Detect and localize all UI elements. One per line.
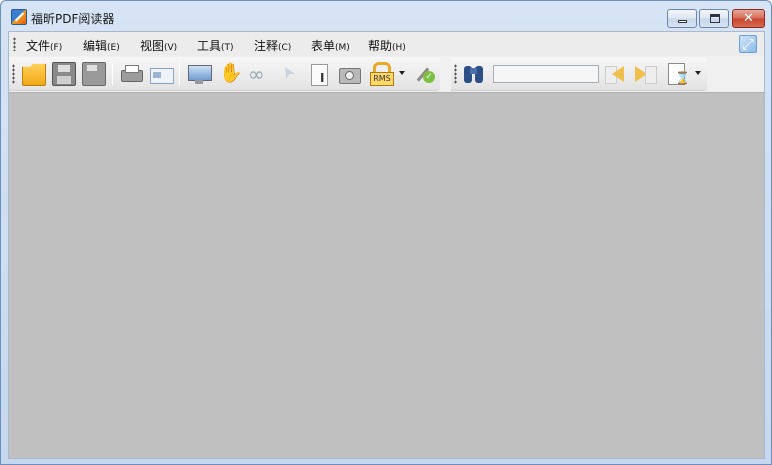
open-folder-icon[interactable]	[22, 63, 46, 86]
print-icon[interactable]	[119, 62, 143, 86]
toolbar-separator	[112, 63, 113, 85]
close-button[interactable]: ✕	[732, 9, 765, 28]
window-title: 福昕PDF阅读器	[31, 12, 115, 26]
text-select-icon[interactable]	[307, 62, 331, 86]
menu-tools-accel: (T)	[221, 43, 234, 53]
sign-check-icon[interactable]	[411, 62, 435, 86]
menu-comment-label: 注释	[254, 39, 279, 53]
menu-view-accel: (V)	[164, 43, 178, 53]
menu-edit-label: 编辑	[83, 39, 108, 53]
email-card-icon[interactable]	[149, 62, 174, 86]
menu-form-accel: (M)	[335, 43, 350, 53]
menu-comment[interactable]: 注释(C)	[254, 37, 291, 54]
menu-file-label: 文件	[26, 39, 51, 53]
menu-edit[interactable]: 编辑(E)	[83, 37, 120, 54]
find-toolbar	[451, 57, 707, 91]
menu-view-label: 视图	[140, 39, 165, 53]
app-window: 福昕PDF阅读器 ✕ 文件(F) 编辑(E) 视图(V) 工具(T) 注释(C)…	[0, 0, 772, 465]
maximize-icon	[710, 14, 720, 23]
menu-file-accel: (F)	[50, 43, 63, 53]
findbar-grip-handle[interactable]	[454, 64, 457, 84]
menu-help-label: 帮助	[368, 39, 393, 53]
find-next-icon[interactable]	[633, 62, 657, 86]
minimize-icon	[678, 20, 687, 23]
select-pointer-icon[interactable]	[277, 62, 301, 86]
menu-bar: 文件(F) 编辑(E) 视图(V) 工具(T) 注释(C) 表单(M) 帮助(H…	[9, 32, 764, 56]
close-icon: ✕	[743, 11, 754, 26]
menu-file[interactable]: 文件(F)	[26, 37, 62, 54]
snapshot-camera-icon[interactable]	[337, 62, 361, 86]
fullscreen-monitor-icon[interactable]	[187, 62, 212, 86]
menu-help-accel: (H)	[392, 43, 406, 53]
title-bar[interactable]: 福昕PDF阅读器 ✕	[1, 1, 771, 31]
menu-comment-accel: (C)	[278, 43, 292, 53]
menu-tools[interactable]: 工具(T)	[197, 37, 234, 54]
toolbar-separator	[179, 63, 180, 85]
expand-icon[interactable]	[739, 35, 757, 53]
client-area: 文件(F) 编辑(E) 视图(V) 工具(T) 注释(C) 表单(M) 帮助(H…	[8, 31, 765, 459]
hand-tool-icon[interactable]	[217, 61, 243, 86]
search-input[interactable]	[493, 65, 599, 83]
save-icon[interactable]	[52, 62, 76, 86]
menu-help[interactable]: 帮助(H)	[368, 37, 406, 54]
rms-dropdown-arrow-icon[interactable]	[399, 71, 405, 75]
advanced-search-icon[interactable]	[665, 62, 690, 86]
menu-tools-label: 工具	[197, 39, 222, 53]
menu-edit-accel: (E)	[107, 43, 120, 53]
menubar-grip-handle[interactable]	[13, 37, 16, 51]
foxit-app-icon[interactable]	[11, 9, 27, 25]
rms-lock-icon[interactable]	[369, 62, 394, 86]
main-toolbar	[9, 57, 440, 91]
search-dropdown-arrow-icon[interactable]	[695, 71, 701, 75]
find-previous-icon[interactable]	[603, 62, 627, 86]
menu-form-label: 表单	[311, 39, 336, 53]
minimize-button[interactable]	[667, 9, 697, 28]
document-view-area[interactable]	[9, 92, 764, 458]
binoculars-icon[interactable]	[462, 62, 486, 86]
toolbar-grip-handle[interactable]	[12, 64, 15, 84]
menu-form[interactable]: 表单(M)	[311, 37, 350, 54]
maximize-button[interactable]	[699, 9, 729, 28]
menu-view[interactable]: 视图(V)	[140, 37, 177, 54]
zoom-glasses-icon[interactable]	[247, 62, 271, 86]
save-as-icon[interactable]	[82, 62, 106, 86]
